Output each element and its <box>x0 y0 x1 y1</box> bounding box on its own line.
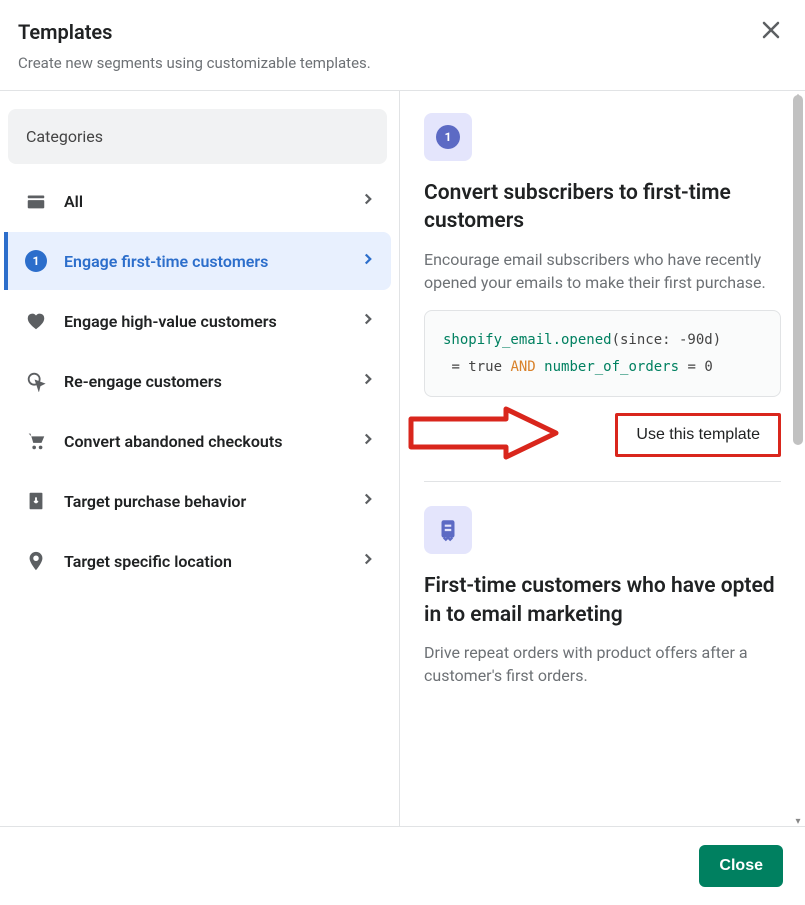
wallet-icon <box>22 190 50 212</box>
category-purchase-behavior[interactable]: Target purchase behavior <box>4 472 391 530</box>
use-template-button[interactable]: Use this template <box>615 413 781 457</box>
annotation-arrow <box>406 405 566 465</box>
templates-main: 1 Convert subscribers to first-time cust… <box>400 91 805 826</box>
template-title: Convert subscribers to first-time custom… <box>424 179 781 236</box>
chevron-right-icon <box>359 250 377 272</box>
category-engage-first-time[interactable]: 1 Engage first-time customers <box>4 232 391 290</box>
chevron-right-icon <box>359 430 377 452</box>
category-label: Target specific location <box>64 552 359 571</box>
template-code: shopify_email.opened(since: -90d) = true… <box>424 310 781 397</box>
receipt-icon <box>424 506 472 554</box>
chevron-right-icon <box>359 370 377 392</box>
template-title: First-time customers who have opted in t… <box>424 572 781 629</box>
chevron-right-icon <box>359 190 377 212</box>
template-card: First-time customers who have opted in t… <box>424 506 781 687</box>
scrollbar[interactable]: ▴ ▾ <box>791 91 805 826</box>
chevron-right-icon <box>359 550 377 572</box>
cart-icon <box>22 430 50 452</box>
badge-one-icon: 1 <box>22 250 50 272</box>
template-card: 1 Convert subscribers to first-time cust… <box>424 113 781 457</box>
category-all[interactable]: All <box>4 172 391 230</box>
categories-sidebar: Categories All 1 Engage first-time custo… <box>0 91 400 826</box>
category-label: All <box>64 192 359 211</box>
receipt-down-icon <box>22 490 50 512</box>
close-button[interactable]: Close <box>699 845 783 887</box>
close-icon[interactable] <box>759 18 783 46</box>
category-re-engage[interactable]: Re-engage customers <box>4 352 391 410</box>
template-description: Encourage email subscribers who have rec… <box>424 248 781 294</box>
cursor-click-icon <box>22 370 50 392</box>
template-description: Drive repeat orders with product offers … <box>424 641 781 687</box>
category-location[interactable]: Target specific location <box>4 532 391 590</box>
modal-title: Templates <box>18 20 787 44</box>
chevron-right-icon <box>359 310 377 332</box>
modal-subtitle: Create new segments using customizable t… <box>18 54 787 72</box>
divider <box>424 481 781 482</box>
scroll-down-arrow[interactable]: ▾ <box>793 816 803 826</box>
category-engage-high-value[interactable]: Engage high-value customers <box>4 292 391 350</box>
category-label: Engage high-value customers <box>64 312 359 331</box>
heart-icon <box>22 310 50 332</box>
category-label: Engage first-time customers <box>64 252 359 271</box>
category-label: Re-engage customers <box>64 372 359 391</box>
chevron-right-icon <box>359 490 377 512</box>
categories-header: Categories <box>8 109 387 164</box>
category-abandoned-checkouts[interactable]: Convert abandoned checkouts <box>4 412 391 470</box>
scrollbar-thumb[interactable] <box>793 95 803 445</box>
category-label: Convert abandoned checkouts <box>64 432 359 451</box>
badge-one-icon: 1 <box>424 113 472 161</box>
pin-icon <box>22 550 50 572</box>
modal-header: Templates Create new segments using cust… <box>0 0 805 91</box>
category-label: Target purchase behavior <box>64 492 359 511</box>
modal-footer: Close <box>0 826 805 905</box>
